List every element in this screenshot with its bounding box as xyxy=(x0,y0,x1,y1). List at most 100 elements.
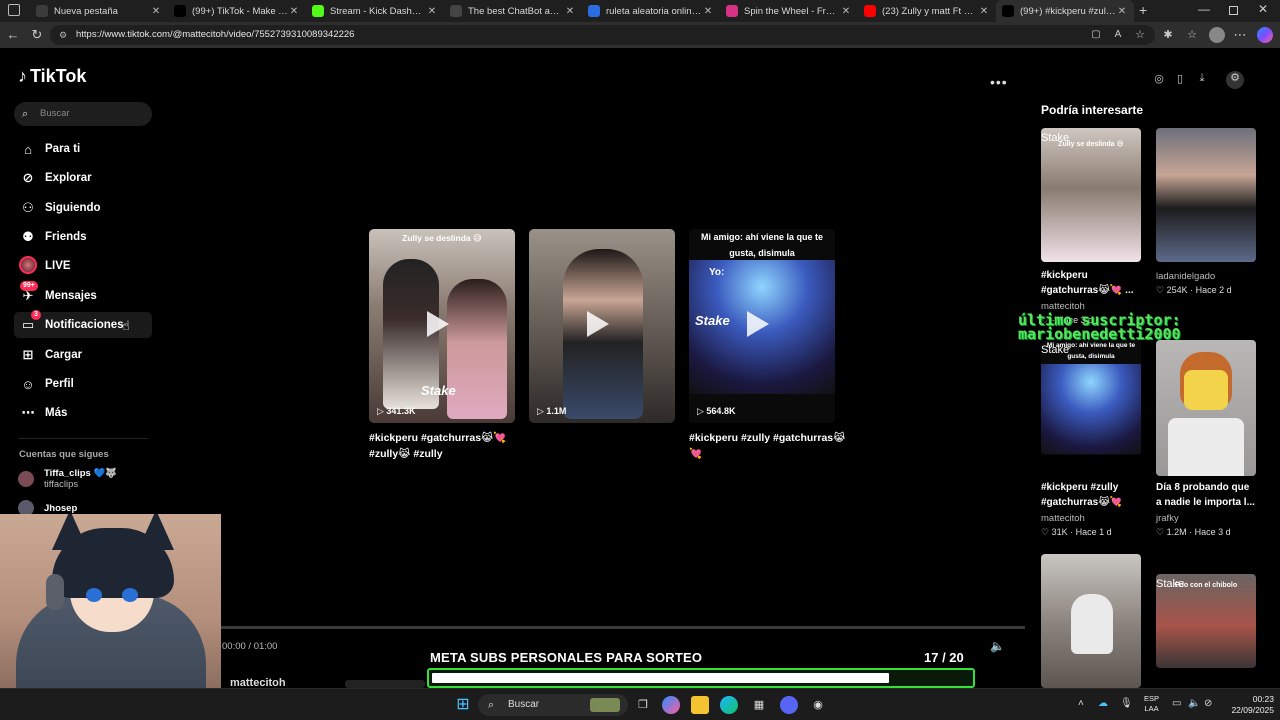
sidebar-item-notificaciones[interactable]: ▭ 3 Notificaciones ☝ xyxy=(14,310,152,338)
recommended-description[interactable]: #kickperu #gatchurras😹💘 ... xyxy=(1041,268,1141,298)
close-tab-icon[interactable]: ✕ xyxy=(702,6,714,17)
play-icon[interactable] xyxy=(587,311,609,337)
notifications-icon[interactable]: ⊘ xyxy=(1204,698,1212,709)
avatar-headphones xyxy=(46,574,64,610)
messages-badge: 99+ xyxy=(20,281,38,291)
recommended-author[interactable]: mattecitoh xyxy=(1041,513,1141,524)
recommended-author[interactable]: jrafky xyxy=(1156,513,1256,524)
recommended-thumbnail[interactable] xyxy=(1156,128,1256,262)
reload-icon[interactable]: ↻ xyxy=(29,27,45,43)
volume-icon[interactable]: 🔈 xyxy=(990,639,1005,653)
play-icon[interactable] xyxy=(427,311,449,337)
video-card[interactable]: ▷ 1.1M xyxy=(529,229,675,423)
recommended-thumbnail[interactable]: Frío con el chibolo Stake xyxy=(1156,574,1256,668)
favorites-icon[interactable]: ☆ xyxy=(1184,27,1200,43)
sidebar-item-perfil[interactable]: ☺ Perfil xyxy=(14,371,152,397)
microphone-icon[interactable]: 🎙 xyxy=(1120,698,1133,709)
browser-tab[interactable]: The best ChatBot and Widgets✕ xyxy=(444,0,582,22)
sidebar-item-mas[interactable]: ⋯ Más xyxy=(14,400,152,426)
system-clock[interactable]: 00:23 22/09/2025 xyxy=(1222,694,1274,716)
browser-tab[interactable]: ruleta aleatoria online - Búsqueda✕ xyxy=(582,0,720,22)
recommended-thumbnail[interactable]: Mi amigo: ahí viene la que te gusta, dis… xyxy=(1041,340,1141,455)
more-options-icon[interactable]: ••• xyxy=(990,74,1008,90)
copilot-icon[interactable] xyxy=(1257,27,1273,43)
volume-icon[interactable]: 🔈 xyxy=(1188,698,1200,709)
tray-overflow-icon[interactable]: ˄ xyxy=(1078,698,1084,709)
maximize-icon[interactable] xyxy=(1229,6,1238,15)
close-tab-icon[interactable]: ✕ xyxy=(840,6,852,17)
player-follow-button[interactable] xyxy=(345,680,425,688)
minimize-icon[interactable]: — xyxy=(1198,2,1210,16)
windows-start-icon[interactable]: ⊞ xyxy=(454,696,472,714)
view-count: ▷ 564.8K xyxy=(697,406,736,416)
browser-tab[interactable]: (99+) TikTok - Make Your Day✕ xyxy=(168,0,306,22)
play-icon[interactable] xyxy=(747,311,769,337)
translate-icon[interactable]: A xyxy=(1110,27,1126,43)
recommended-description[interactable]: Día 8 probando que a nadie le importa l.… xyxy=(1156,480,1256,510)
extensions-icon[interactable]: ✱ xyxy=(1160,27,1176,43)
avatar-eye-left xyxy=(86,588,102,602)
coin-icon[interactable]: ◎ xyxy=(1151,72,1167,88)
browser-tab[interactable]: (23) Zully y matt Ft baile inc...✕ xyxy=(858,0,996,22)
video-description[interactable]: #kickperu #gatchurras😹💘 #zully😹 #zully xyxy=(369,430,529,462)
copilot-icon[interactable] xyxy=(662,696,680,714)
device-icon[interactable]: ▯ xyxy=(1172,72,1188,88)
video-card[interactable]: Mi amigo: ahí viene la que te gusta, dis… xyxy=(689,229,835,423)
profile-avatar[interactable] xyxy=(1209,27,1225,43)
sidebar-item-explorar[interactable]: ⊘ Explorar xyxy=(14,165,152,191)
site-info-icon[interactable]: ⚙ xyxy=(59,25,67,45)
language-indicator[interactable]: ESP LAA xyxy=(1144,694,1159,714)
obs-icon[interactable]: ◉ xyxy=(809,696,827,714)
new-tab-icon[interactable]: + xyxy=(1139,2,1147,18)
network-icon[interactable]: ▭ xyxy=(1172,698,1181,709)
browser-tab[interactable]: (99+) #kickperu #zully #gat...✕ xyxy=(996,0,1134,22)
close-window-icon[interactable]: ✕ xyxy=(1258,2,1268,16)
recommended-thumbnail[interactable] xyxy=(1041,554,1141,688)
close-tab-icon[interactable]: ✕ xyxy=(288,6,300,17)
recommended-thumbnail[interactable]: Zully se deslinda 😅 Stake xyxy=(1041,128,1141,262)
recommended-description[interactable]: #kickperu #zully #gatchurras😹💘 xyxy=(1041,480,1141,510)
video-description[interactable]: #kickperu #zully #gatchurras😹💘 xyxy=(689,430,849,462)
task-view-icon[interactable]: ❐ xyxy=(634,696,652,714)
discord-icon[interactable] xyxy=(780,696,798,714)
recommended-thumbnail[interactable] xyxy=(1156,340,1256,476)
tiktok-logo[interactable]: ♪ TikTok xyxy=(18,66,86,87)
search-input[interactable]: ⌕ Buscar xyxy=(14,102,152,126)
recommended-author[interactable]: ladanidelgado xyxy=(1156,271,1256,282)
sidebar-item-label: Perfil xyxy=(45,378,74,390)
bookmark-star-icon[interactable]: ☆ xyxy=(1132,27,1148,43)
following-account-tiffa[interactable]: Tiffa_clips 💙🐺 tiffaclips xyxy=(18,468,117,490)
sidebar-item-siguiendo[interactable]: ⚇ Siguiendo xyxy=(14,195,152,221)
browser-tab[interactable]: Stream - Kick Dashboard ✕ xyxy=(306,0,444,22)
browser-tab[interactable]: Spin the Wheel - Free and Easy✕ xyxy=(720,0,858,22)
clock-date: 22/09/2025 xyxy=(1231,705,1274,715)
sidebar-item-para-ti[interactable]: ⌂ Para ti xyxy=(14,136,152,162)
download-icon[interactable]: ⤓ xyxy=(1194,72,1210,88)
browser-tab[interactable]: Nueva pestaña ✕ xyxy=(30,0,168,22)
onedrive-icon[interactable]: ☁ xyxy=(1098,698,1108,709)
apps-icon[interactable]: ▢ xyxy=(1088,27,1104,43)
store-icon[interactable]: ▦ xyxy=(750,696,768,714)
close-tab-icon[interactable]: ✕ xyxy=(564,6,576,17)
video-progress-bar[interactable] xyxy=(221,626,1025,629)
sidebar-item-live[interactable]: LIVE xyxy=(14,253,152,279)
close-tab-icon[interactable]: ✕ xyxy=(1116,6,1128,17)
compass-icon: ⊘ xyxy=(22,170,34,185)
taskbar-search[interactable]: ⌕ Buscar xyxy=(478,694,628,716)
user-avatar[interactable]: ⚙ xyxy=(1226,71,1244,89)
video-card[interactable]: Zully se deslinda 😅 Stake ▷ 341.3K xyxy=(369,229,515,423)
back-icon[interactable]: ← xyxy=(5,27,21,43)
file-explorer-icon[interactable] xyxy=(691,696,709,714)
sidebar-item-mensajes[interactable]: ✈ 99+ Mensajes xyxy=(14,281,152,309)
sidebar-item-friends[interactable]: ⚉ Friends xyxy=(14,224,152,250)
sidebar-item-cargar[interactable]: ⊞ Cargar xyxy=(14,342,152,368)
edge-icon[interactable] xyxy=(720,696,738,714)
close-tab-icon[interactable]: ✕ xyxy=(978,6,990,17)
url-field[interactable]: ⚙ https://www.tiktok.com/@mattecitoh/vid… xyxy=(50,25,1155,45)
browser-more-icon[interactable]: ⋯ xyxy=(1232,27,1248,43)
player-author[interactable]: mattecitoh xyxy=(230,677,286,688)
close-tab-icon[interactable]: ✕ xyxy=(426,6,438,17)
browser-menu-icon[interactable] xyxy=(8,4,20,16)
close-tab-icon[interactable]: ✕ xyxy=(150,6,162,17)
recommended-meta: ♡ 31K · Hace 1 d xyxy=(1041,527,1112,537)
